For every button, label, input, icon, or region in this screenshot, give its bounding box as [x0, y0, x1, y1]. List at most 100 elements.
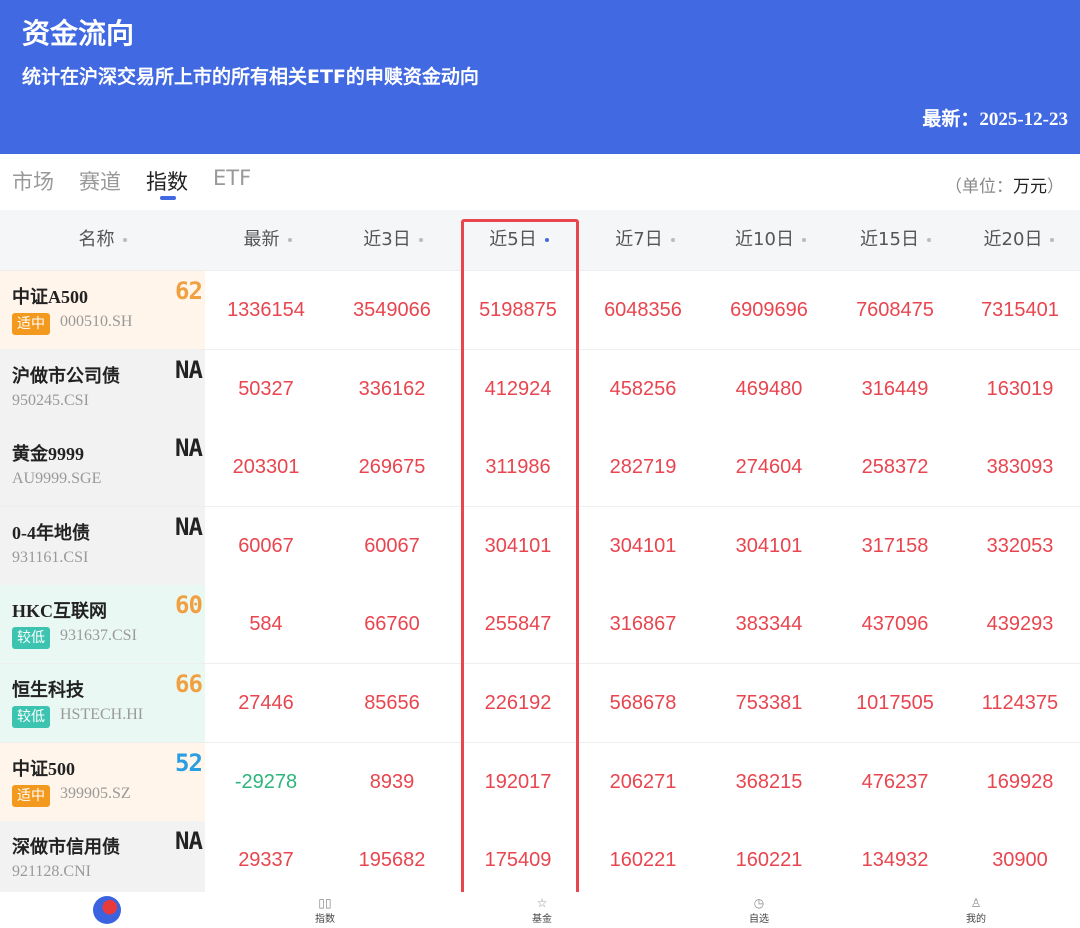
- flow-value-5d: 175409: [484, 849, 552, 872]
- table-row[interactable]: 黄金9999 AU9999.SGE NA 203301 269675 311986 2827…: [0, 428, 1080, 508]
- nav-fund[interactable]: ☆ 基金: [502, 892, 582, 925]
- table-row[interactable]: 中证A500 适中 000510.SH 62 1336154 3549066 5198875…: [0, 271, 1080, 350]
- flow-value-7d: 206271: [609, 770, 677, 793]
- flow-value-10d: 383344: [735, 613, 803, 636]
- tab-etf[interactable]: ETF: [213, 166, 251, 190]
- sort-indicator-icon: [1050, 238, 1055, 242]
- index-code: 921128.CNI: [12, 863, 91, 881]
- score-badge: 66: [175, 670, 203, 698]
- nav-fund-label: 基金: [532, 914, 552, 925]
- sort-indicator-icon: [670, 238, 675, 242]
- nav-mine[interactable]: ♙ 我的: [936, 892, 1016, 925]
- flow-value-5d: 311986: [485, 456, 551, 479]
- flow-value-3d: 195682: [358, 849, 426, 872]
- flow-value-3d: 336162: [358, 377, 426, 400]
- table-row[interactable]: HKC互联网 较低 931637.CSI 60 584 66760 255847 316867…: [0, 585, 1080, 665]
- col-15d-header[interactable]: 近15日: [833, 210, 958, 270]
- index-name: 0-4年地债: [12, 522, 90, 543]
- col-10d-header[interactable]: 近10日: [708, 210, 833, 270]
- flow-value-20d: 163019: [986, 377, 1054, 400]
- flow-value-3d: 66760: [364, 613, 420, 636]
- flow-value-5d: 192017: [484, 770, 552, 793]
- bottom-nav: ▯▯ 指数 ☆ 基金 ◷ 自选 ♙ 我的: [0, 892, 1080, 928]
- sort-indicator-icon: [544, 238, 549, 242]
- flow-value-7d: 316867: [609, 613, 677, 636]
- table-row[interactable]: 0-4年地债 931161.CSI NA 60067 60067 304101 304101…: [0, 506, 1080, 586]
- unit-prefix: （单位：: [945, 177, 1013, 197]
- flow-value-15d: 316449: [861, 377, 929, 400]
- index-code: HSTECH.HI: [60, 706, 144, 723]
- chart-bars-icon: ▯▯: [318, 896, 332, 910]
- col-20d-header[interactable]: 近20日: [958, 210, 1080, 270]
- flow-value-10d: 368215: [735, 770, 803, 793]
- flow-value-20d: 439293: [986, 613, 1054, 636]
- index-name: 中证A500: [12, 287, 88, 307]
- name-cell: 恒生科技 较低 HSTECH.HI 66: [0, 664, 205, 742]
- flow-value-latest: -29278: [234, 770, 298, 793]
- unit-label: （单位：万元）: [945, 172, 1064, 197]
- tab-track[interactable]: 赛道: [79, 166, 121, 196]
- table-row[interactable]: 中证500 适中 399905.SZ 52 -29278 8939 192017 206271…: [0, 742, 1080, 822]
- active-tab-indicator: [160, 196, 176, 200]
- index-code: 931637.CSI: [60, 627, 137, 645]
- col-5d-header-label: 近5日: [489, 229, 537, 250]
- valuation-tag: 适中: [12, 784, 50, 807]
- tab-index[interactable]: 指数: [146, 166, 188, 196]
- table-row[interactable]: 深做市信用债 921128.CNI NA 29337 195682 175409 16022…: [0, 821, 1080, 901]
- index-code: 000510.SH: [60, 313, 133, 330]
- score-badge: NA: [175, 827, 203, 856]
- flow-value-3d: 85656: [364, 692, 420, 714]
- score-badge: 60: [175, 591, 203, 620]
- flow-value-15d: 7608475: [856, 299, 934, 321]
- nav-index-label: 指数: [315, 914, 335, 925]
- flow-value-5d: 226192: [484, 692, 552, 714]
- index-name: HKC互联网: [12, 601, 108, 622]
- name-cell: 深做市信用债 921128.CNI NA: [0, 821, 205, 900]
- tab-market[interactable]: 市场: [12, 166, 54, 196]
- flow-value-10d: 304101: [735, 534, 803, 557]
- flow-value-latest: 584: [249, 613, 283, 636]
- score-badge: NA: [175, 512, 203, 541]
- flow-value-7d: 304101: [609, 534, 677, 557]
- index-code: 950245.CSI: [12, 391, 89, 409]
- flow-value-3d: 3549066: [353, 299, 431, 321]
- flow-value-3d: 60067: [364, 534, 420, 557]
- col-latest-header-label: 最新: [243, 229, 280, 250]
- flow-value-10d: 469480: [735, 377, 803, 400]
- flow-value-20d: 7315401: [981, 299, 1059, 321]
- flow-value-10d: 160221: [735, 849, 803, 872]
- flow-value-latest: 60067: [238, 534, 294, 557]
- col-5d-header[interactable]: 近5日: [456, 210, 582, 270]
- score-badge: NA: [175, 434, 203, 463]
- col-3d-header[interactable]: 近3日: [330, 210, 456, 270]
- sort-indicator-icon: [801, 238, 806, 242]
- score-badge: 62: [175, 277, 203, 305]
- page-header: 资金流向 统计在沪深交易所上市的所有相关ETF的申赎资金动向 最新：2025-1…: [0, 0, 1080, 154]
- flow-value-15d: 134932: [861, 849, 929, 872]
- flow-value-3d: 269675: [358, 456, 426, 479]
- flow-value-20d: 1124375: [981, 692, 1059, 714]
- col-name-header-label: 名称: [78, 229, 115, 250]
- name-cell: 0-4年地债 931161.CSI NA: [0, 506, 205, 585]
- flow-value-latest: 203301: [232, 456, 300, 479]
- col-latest-header[interactable]: 最新: [205, 210, 330, 270]
- flow-value-7d: 6048356: [604, 299, 682, 321]
- index-code: 399905.SZ: [60, 784, 131, 802]
- user-icon: ♙: [970, 896, 982, 910]
- flow-value-20d: 332053: [986, 534, 1054, 557]
- app-logo-icon[interactable]: [93, 896, 121, 924]
- nav-watchlist[interactable]: ◷ 自选: [719, 892, 799, 925]
- flow-value-latest: 1336154: [227, 299, 305, 321]
- flow-value-3d: 8939: [369, 770, 415, 793]
- sort-indicator-icon: [122, 238, 127, 242]
- nav-index[interactable]: ▯▯ 指数: [285, 892, 365, 925]
- col-15d-header-label: 近15日: [860, 229, 919, 250]
- table-row[interactable]: 沪做市公司债 950245.CSI NA 50327 336162 412924 45825…: [0, 349, 1080, 429]
- unit-suffix: ）: [1047, 177, 1064, 197]
- page-subtitle: 统计在沪深交易所上市的所有相关ETF的申赎资金动向: [22, 66, 479, 88]
- table-row[interactable]: 恒生科技 较低 HSTECH.HI 66 27446 85656 226192 568678 7…: [0, 664, 1080, 743]
- col-20d-header-label: 近20日: [983, 229, 1043, 250]
- col-name-header[interactable]: 名称: [0, 210, 205, 270]
- col-10d-header-label: 近10日: [735, 229, 794, 250]
- col-7d-header[interactable]: 近7日: [582, 210, 708, 270]
